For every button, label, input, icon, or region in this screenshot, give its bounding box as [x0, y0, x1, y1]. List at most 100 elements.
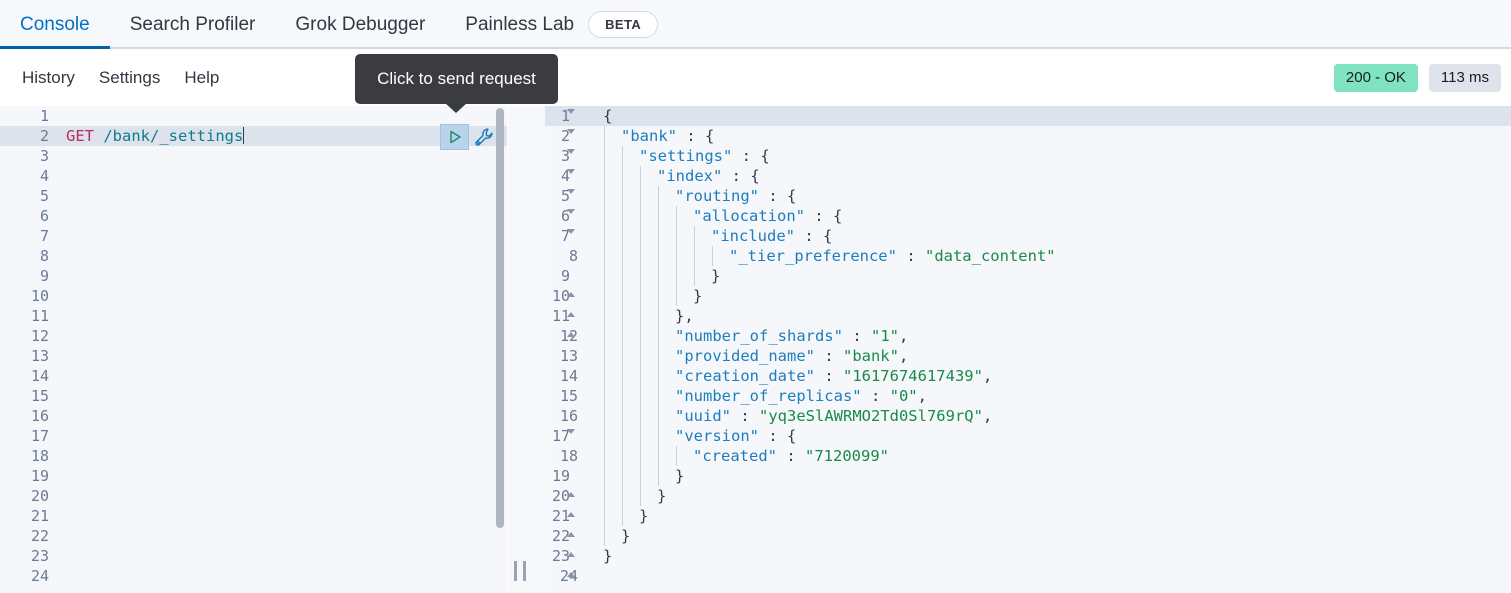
response-code-line[interactable]: } — [594, 526, 1511, 546]
response-code-line[interactable]: "bank" : { — [594, 126, 1511, 146]
response-code-line[interactable]: { — [594, 106, 1511, 126]
fold-collapse-icon[interactable] — [567, 229, 575, 252]
response-code-line[interactable]: "allocation" : { — [594, 206, 1511, 226]
response-code[interactable]: {"bank" : {"settings" : {"index" : {"rou… — [594, 106, 1511, 593]
send-request-button[interactable] — [440, 124, 469, 150]
fold-expand-icon[interactable] — [567, 314, 575, 337]
json-punctuation: : — [843, 327, 871, 345]
request-line-number: 20 — [0, 486, 57, 506]
tab-painless-lab[interactable]: Painless Lab — [445, 0, 594, 49]
request-code-line[interactable] — [57, 466, 507, 486]
response-code-line[interactable]: "settings" : { — [594, 146, 1511, 166]
response-line-number: 19 — [545, 466, 594, 486]
response-code-line[interactable]: "creation_date" : "1617674617439", — [594, 366, 1511, 386]
response-code-line[interactable]: } — [594, 466, 1511, 486]
json-punctuation: : — [731, 407, 759, 425]
response-code-line[interactable]: "number_of_shards" : "1", — [594, 326, 1511, 346]
json-value: "1" — [871, 327, 899, 345]
request-scrollbar[interactable] — [496, 108, 504, 528]
request-code-line[interactable] — [57, 106, 507, 126]
response-code-line[interactable]: } — [594, 486, 1511, 506]
json-key: "settings" — [639, 147, 732, 165]
json-value: "1617674617439" — [843, 367, 983, 385]
response-editor-pane[interactable]: 123456789101112131415161718192021222324 … — [545, 106, 1511, 593]
response-code-line[interactable]: "include" : { — [594, 226, 1511, 246]
request-code[interactable]: GET /bank/_settings — [57, 106, 507, 593]
request-code-line[interactable] — [57, 506, 507, 526]
menu-item-settings[interactable]: Settings — [87, 68, 172, 88]
json-punctuation: : { — [677, 127, 714, 145]
request-code-line[interactable] — [57, 286, 507, 306]
response-code-line[interactable]: "_tier_preference" : "data_content" — [594, 246, 1511, 266]
fold-expand-icon[interactable] — [567, 554, 575, 577]
response-line-number: 4 — [545, 166, 594, 186]
json-punctuation: : — [815, 367, 843, 385]
indent-guide — [676, 446, 677, 466]
request-line-number: 23 — [0, 546, 57, 566]
request-code-line[interactable] — [57, 426, 507, 446]
request-editor-pane[interactable]: 123456789101112131415161718192021222324 … — [0, 106, 508, 593]
json-punctuation: : { — [722, 167, 759, 185]
response-code-line[interactable]: } — [594, 286, 1511, 306]
request-code-line[interactable] — [57, 486, 507, 506]
response-code-line[interactable]: "routing" : { — [594, 186, 1511, 206]
request-code-line[interactable] — [57, 206, 507, 226]
resize-grip-bar — [523, 561, 526, 581]
json-value: "yq3eSlAWRMO2Td0Sl769rQ" — [759, 407, 983, 425]
request-code-line[interactable] — [57, 186, 507, 206]
request-line-number: 15 — [0, 386, 57, 406]
response-code-line[interactable]: }, — [594, 306, 1511, 326]
request-code-line[interactable] — [57, 346, 507, 366]
request-code-line[interactable] — [57, 546, 507, 566]
json-punctuation: }, — [675, 307, 694, 325]
request-code-line[interactable] — [57, 526, 507, 546]
response-code-line[interactable] — [594, 566, 1511, 586]
response-code-line[interactable]: "created" : "7120099" — [594, 446, 1511, 466]
request-options-button[interactable] — [474, 127, 495, 148]
response-code-line[interactable]: } — [594, 506, 1511, 526]
json-punctuation: : { — [732, 147, 769, 165]
tab-console-label: Console — [20, 14, 90, 36]
tab-console[interactable]: Console — [0, 0, 110, 49]
request-code-line[interactable] — [57, 266, 507, 286]
response-code-line[interactable]: "number_of_replicas" : "0", — [594, 386, 1511, 406]
request-gutter: 123456789101112131415161718192021222324 — [0, 106, 57, 593]
menu-item-history[interactable]: History — [10, 68, 87, 88]
request-code-line[interactable] — [57, 226, 507, 246]
response-code-line[interactable]: } — [594, 266, 1511, 286]
indent-guide — [712, 246, 713, 266]
response-code-line[interactable]: "version" : { — [594, 426, 1511, 446]
response-line-number: 5 — [545, 186, 594, 206]
http-method: GET — [66, 127, 94, 145]
json-key: "uuid" — [675, 407, 731, 425]
tooltip-text: Click to send request — [377, 69, 536, 89]
pane-resize-handle[interactable] — [514, 561, 526, 581]
request-code-line[interactable] — [57, 366, 507, 386]
menu-item-help[interactable]: Help — [172, 68, 231, 88]
request-line-number: 22 — [0, 526, 57, 546]
response-code-line[interactable]: } — [594, 546, 1511, 566]
tab-grok-debugger[interactable]: Grok Debugger — [275, 0, 445, 49]
fold-collapse-icon[interactable] — [567, 429, 575, 452]
request-code-line[interactable] — [57, 326, 507, 346]
request-code-line[interactable] — [57, 246, 507, 266]
request-code-line[interactable] — [57, 306, 507, 326]
tooltip-arrow-icon — [445, 103, 467, 113]
response-code-line[interactable]: "index" : { — [594, 166, 1511, 186]
tab-search-profiler[interactable]: Search Profiler — [110, 0, 276, 49]
json-punctuation: : — [777, 447, 805, 465]
request-code-line[interactable] — [57, 406, 507, 426]
json-punctuation: } — [711, 267, 720, 285]
json-key: "_tier_preference" — [729, 247, 897, 265]
request-code-line[interactable] — [57, 446, 507, 466]
response-line-number: 9 — [545, 266, 594, 286]
wrench-icon — [474, 127, 495, 148]
response-code-line[interactable]: "provided_name" : "bank", — [594, 346, 1511, 366]
request-code-line[interactable] — [57, 566, 507, 586]
request-code-line[interactable] — [57, 386, 507, 406]
response-line-number: 6 — [545, 206, 594, 226]
request-code-line[interactable] — [57, 166, 507, 186]
response-line-number: 3 — [545, 146, 594, 166]
response-code-line[interactable]: "uuid" : "yq3eSlAWRMO2Td0Sl769rQ", — [594, 406, 1511, 426]
request-line-number: 8 — [0, 246, 57, 266]
